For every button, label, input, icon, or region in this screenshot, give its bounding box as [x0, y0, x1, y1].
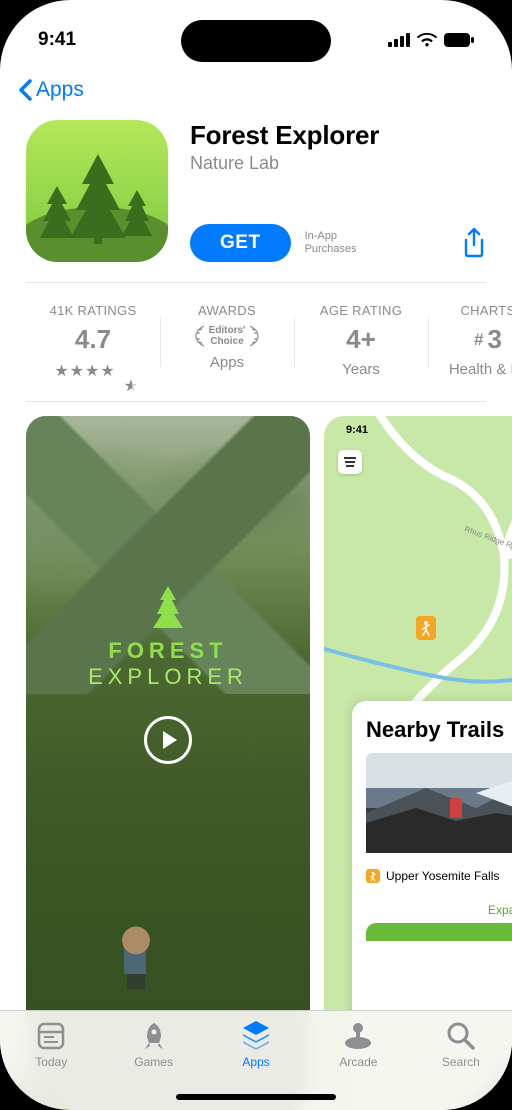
today-icon	[36, 1021, 66, 1051]
battery-icon	[444, 33, 474, 47]
home-indicator[interactable]	[176, 1094, 336, 1100]
cellular-icon	[388, 33, 410, 47]
apps-icon	[240, 1020, 272, 1052]
back-label: Apps	[36, 78, 84, 102]
get-button[interactable]: GET	[190, 224, 291, 262]
charts-cell[interactable]: CHARTS #3 Health & Fit	[428, 303, 512, 381]
tab-search[interactable]: Search	[410, 1019, 512, 1110]
trail-thumbnail	[366, 753, 512, 853]
ratings-cell[interactable]: 41K RATINGS 4.7 ★★★★★★	[26, 303, 160, 381]
awards-cell[interactable]: AWARDS Editors'Choice Apps	[160, 303, 294, 381]
editors-choice-icon: Editors'Choice	[192, 324, 263, 348]
rocket-icon	[139, 1021, 169, 1051]
share-icon[interactable]	[462, 228, 486, 258]
app-icon[interactable]	[26, 120, 168, 262]
tree-icon	[122, 190, 152, 240]
tree-icon	[40, 186, 74, 242]
info-strip[interactable]: 41K RATINGS 4.7 ★★★★★★ AWARDS Editors'Ch…	[0, 283, 512, 401]
app-title: Forest Explorer	[190, 120, 486, 151]
search-icon	[446, 1021, 476, 1051]
tree-icon	[70, 154, 126, 244]
screenshots-row[interactable]: FOREST EXPLORER Rhus Ridge Rd 9:41	[0, 402, 512, 1110]
play-button[interactable]	[144, 716, 192, 764]
tab-today[interactable]: Today	[0, 1019, 102, 1110]
hiker-pin-icon	[366, 869, 380, 883]
rating-stars: ★★★★★★	[54, 361, 131, 381]
chevron-left-icon	[18, 79, 34, 101]
age-cell[interactable]: AGE RATING 4+ Years	[294, 303, 428, 381]
back-button[interactable]: Apps	[0, 70, 512, 110]
expand-search-link: Expand Search	[366, 903, 512, 917]
screenshot-2[interactable]: Rhus Ridge Rd 9:41 Nearby Trails	[324, 416, 512, 1110]
hiker-pin-icon	[416, 616, 436, 640]
app-developer[interactable]: Nature Lab	[190, 153, 486, 174]
svg-text:Rhus Ridge Rd: Rhus Ridge Rd	[463, 524, 512, 551]
status-time: 9:41	[38, 29, 76, 51]
iap-label: In-App Purchases	[305, 230, 448, 256]
screenshot-1[interactable]: FOREST EXPLORER	[26, 416, 310, 1110]
trail-name: Upper Yosemite Falls	[386, 869, 499, 883]
hamburger-icon	[338, 450, 362, 474]
wifi-icon	[417, 33, 437, 47]
tree-icon	[153, 586, 183, 630]
arcade-icon	[343, 1021, 373, 1051]
